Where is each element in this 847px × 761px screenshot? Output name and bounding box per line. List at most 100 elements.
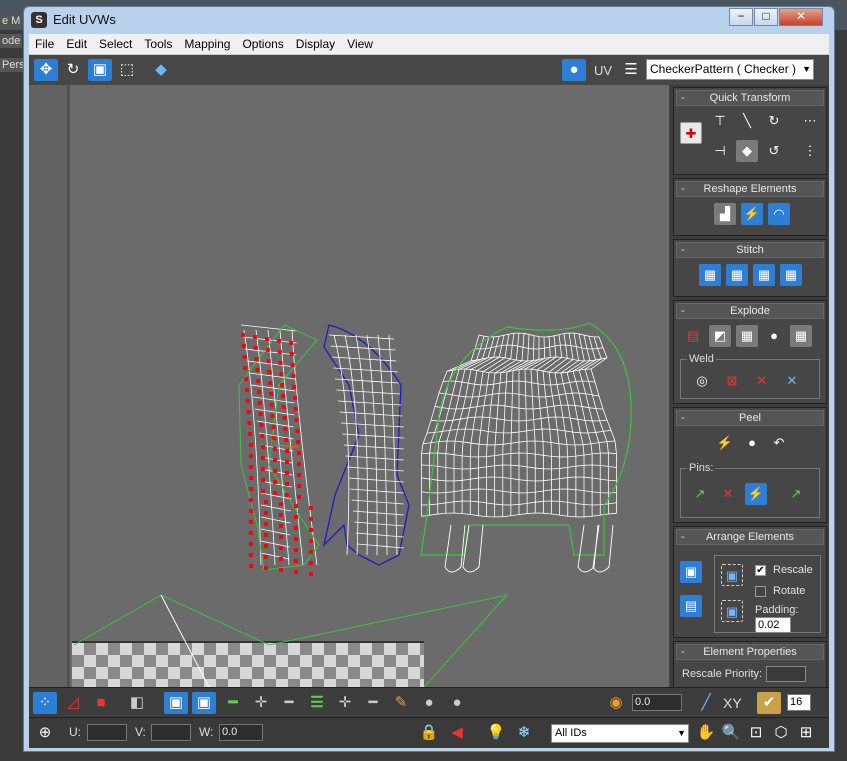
zoom-region-icon[interactable]: ⊡ xyxy=(744,722,768,744)
peel-header[interactable]: - Peel xyxy=(676,410,824,426)
weld-threshold-icon[interactable]: ✕ xyxy=(751,370,773,392)
snowflake-icon[interactable]: ❄ xyxy=(512,722,536,744)
weld-target-icon[interactable]: ◎ xyxy=(691,370,713,392)
menu-edit[interactable]: Edit xyxy=(60,34,93,51)
relax-until-flat-icon[interactable]: ◠ xyxy=(768,203,790,225)
falloff-line-icon[interactable]: ╱ xyxy=(694,692,718,714)
stitch-header[interactable]: - Stitch xyxy=(676,242,824,258)
menu-tools[interactable]: Tools xyxy=(138,34,178,51)
menu-file[interactable]: File xyxy=(29,34,60,51)
weld-all-icon[interactable]: ✕ xyxy=(781,370,803,392)
soft-selection-falloff[interactable]: 0.0 xyxy=(632,694,682,711)
pack-normalize-icon[interactable]: ▣ xyxy=(721,564,743,586)
rotate-tool-icon[interactable]: ↻ xyxy=(61,59,85,81)
align-to-edge-icon[interactable]: ◆ xyxy=(736,140,758,162)
peel-mode-icon[interactable]: ● xyxy=(741,432,763,454)
close-button[interactable]: ✕ xyxy=(779,8,823,26)
minimize-button[interactable]: − xyxy=(729,8,753,26)
u-field[interactable] xyxy=(87,724,127,741)
w-field[interactable]: 0.0 xyxy=(219,724,263,741)
menu-options[interactable]: Options xyxy=(236,34,289,51)
paint-shrink-icon[interactable]: ● xyxy=(445,692,469,714)
loop-select-icon[interactable]: ━ xyxy=(221,692,245,714)
auto-pin-icon[interactable]: ⚡ xyxy=(745,483,767,505)
stitch-custom-icon[interactable]: ▦ xyxy=(780,264,802,286)
pin-selected-icon[interactable]: ↗ xyxy=(689,483,711,505)
select-pins-icon[interactable]: ↗ xyxy=(785,483,807,505)
menu-display[interactable]: Display xyxy=(290,34,341,51)
hide-icon[interactable]: ◀ xyxy=(445,722,469,744)
align-horizontal-icon[interactable]: ⊤ xyxy=(709,110,731,132)
flatten-by-material-icon[interactable]: ▦ xyxy=(790,325,812,347)
v-field[interactable] xyxy=(151,724,191,741)
padding-spinner[interactable]: 0.02 xyxy=(755,617,791,633)
vertex-mode-icon[interactable]: ⁘ xyxy=(33,692,57,714)
grow-selection-icon[interactable]: ▣ xyxy=(164,692,188,714)
ring-select-icon[interactable]: ☰ xyxy=(305,692,329,714)
relax-icon[interactable]: ⚡ xyxy=(741,203,763,225)
freeze-light-icon[interactable]: 💡 xyxy=(484,722,508,744)
element-select-icon[interactable]: ◧ xyxy=(125,692,149,714)
edge-distance-field[interactable]: 16 xyxy=(787,694,811,711)
title-bar[interactable]: S Edit UVWs − □ ✕ xyxy=(24,7,834,33)
paint-select-icon[interactable]: ✎ xyxy=(389,692,413,714)
mirror-tool-icon[interactable]: ◆ xyxy=(149,59,173,81)
element-properties-header[interactable]: - Element Properties xyxy=(676,644,824,660)
menu-mapping[interactable]: Mapping xyxy=(178,34,236,51)
rotate-ccw-icon[interactable]: ↺ xyxy=(763,140,785,162)
texture-dropdown[interactable]: CheckerPattern ( Checker ) ▼ xyxy=(646,59,814,80)
material-id-dropdown[interactable]: All IDs ▼ xyxy=(551,724,689,743)
space-horizontal-icon[interactable]: ⋯ xyxy=(799,110,821,132)
detach-icon[interactable]: ◩ xyxy=(709,325,731,347)
move-tool-icon[interactable]: ✥ xyxy=(34,59,58,81)
rotate-cw-icon[interactable]: ↻ xyxy=(763,110,785,132)
arrange-elements-header[interactable]: - Arrange Elements xyxy=(676,529,824,545)
quick-peel-icon[interactable]: ⚡ xyxy=(714,432,736,454)
straighten-icon[interactable]: ╲ xyxy=(736,110,758,132)
loop-shrink-icon[interactable]: ━ xyxy=(277,692,301,714)
polygon-mode-icon[interactable]: ■ xyxy=(89,692,113,714)
snap-magnet-icon[interactable]: ⊞ xyxy=(794,722,818,744)
unpin-selected-icon[interactable]: ✕ xyxy=(717,483,739,505)
weld-selected-icon[interactable]: ⊠ xyxy=(721,370,743,392)
break-icon[interactable]: ▤ xyxy=(682,325,704,347)
quick-transform-header[interactable]: - Quick Transform xyxy=(676,90,824,106)
rescale-priority-spinner[interactable] xyxy=(766,666,806,682)
uv-viewport[interactable] xyxy=(29,85,669,687)
freeform-tool-icon[interactable]: ⬚ xyxy=(115,59,139,81)
maximize-button[interactable]: □ xyxy=(754,8,778,26)
soft-selection-icon[interactable]: ◉ xyxy=(604,692,628,714)
shrink-selection-icon[interactable]: ▣ xyxy=(192,692,216,714)
zoom-extents-icon[interactable]: ⬡ xyxy=(769,722,793,744)
menu-select[interactable]: Select xyxy=(93,34,138,51)
space-vertical-icon[interactable]: ⋮ xyxy=(799,140,821,162)
scale-tool-icon[interactable]: ▣ xyxy=(88,59,112,81)
rescale-checkbox[interactable]: ✔ xyxy=(755,565,766,576)
absolute-offset-icon[interactable]: ⊕ xyxy=(33,722,57,744)
reset-peel-icon[interactable]: ↶ xyxy=(768,432,790,454)
pan-hand-icon[interactable]: ✋ xyxy=(694,722,718,744)
menu-view[interactable]: View xyxy=(341,34,379,51)
ring-grow-icon[interactable]: ✛ xyxy=(333,692,357,714)
pack-recursive-icon[interactable]: ▣ xyxy=(721,600,743,622)
stitch-to-source-icon[interactable]: ▦ xyxy=(753,264,775,286)
flatten-icon[interactable]: ▦ xyxy=(736,325,758,347)
stitch-to-target-icon[interactable]: ▦ xyxy=(699,264,721,286)
show-map-icon[interactable]: ● xyxy=(562,59,586,81)
loop-grow-icon[interactable]: ✛ xyxy=(249,692,273,714)
straighten-selection-icon[interactable]: ▟ xyxy=(714,203,736,225)
pivot-icon[interactable]: ✚ xyxy=(680,122,702,144)
flatten-by-smoothing-icon[interactable]: ● xyxy=(763,325,785,347)
stitch-to-average-icon[interactable]: ▦ xyxy=(726,264,748,286)
paint-grow-icon[interactable]: ● xyxy=(417,692,441,714)
align-vertical-icon[interactable]: ⊣ xyxy=(709,140,731,162)
uv-mesh-layer[interactable] xyxy=(29,85,669,687)
pack-together-icon[interactable]: ▤ xyxy=(680,595,702,617)
pack-custom-icon[interactable]: ▣ xyxy=(680,561,702,583)
ring-shrink-icon[interactable]: ━ xyxy=(361,692,385,714)
lock-icon[interactable]: 🔒 xyxy=(417,722,441,744)
reshape-elements-header[interactable]: - Reshape Elements xyxy=(676,181,824,197)
options-list-icon[interactable]: ☰ xyxy=(619,59,643,81)
explode-header[interactable]: - Explode xyxy=(676,303,824,319)
edge-mode-icon[interactable]: ◿ xyxy=(61,692,85,714)
